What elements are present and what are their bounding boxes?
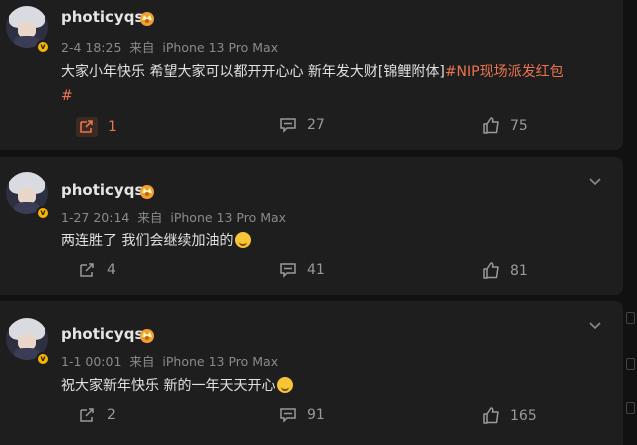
post-date[interactable]: 2-4 18:25 [61,40,121,55]
hashtag-link[interactable]: #NIP现场派发红包 [445,64,564,80]
post-card: v photicyqs 1-27 20:14 来自 iPhone 13 Pro … [0,157,623,295]
like-button[interactable]: 165 [482,407,537,424]
post-content: 大家小年快乐 希望大家可以都开开心心 新年发大财[锦鲤附体]#NIP现场派发红包… [61,60,621,108]
side-panel-edge [625,0,637,445]
post-card: v photicyqs 1-1 00:01 来自 iPhone 13 Pro M… [0,301,623,445]
comment-icon [280,408,296,423]
like-icon [483,117,499,134]
chevron-down-icon[interactable] [587,317,603,333]
source-prefix: 来自 [129,40,155,55]
like-button[interactable]: 81 [482,262,528,279]
comment-count: 27 [307,117,325,133]
action-bar: 1 27 75 [0,117,623,141]
repost-button[interactable]: 4 [79,262,116,278]
crown-icon [140,12,154,26]
chevron-down-icon[interactable] [587,173,603,189]
post-date[interactable]: 1-1 00:01 [61,354,121,369]
username[interactable]: photicyqs [61,8,143,26]
source-prefix: 来自 [137,210,163,225]
post-text: 两连胜了 我们会继续加油的 [61,233,234,249]
action-bar: 2 91 165 [0,407,623,431]
post-text: 大家小年快乐 希望大家可以都开开心心 新年发大财[锦鲤附体] [61,64,445,80]
post-meta: 1-1 00:01 来自 iPhone 13 Pro Max [61,351,282,370]
like-count: 165 [510,407,537,424]
hashtag-link-end[interactable]: # [61,88,73,104]
crown-icon [140,329,154,343]
post-card: v photicyqs 2-4 18:25 来自 iPhone 13 Pro M… [0,0,623,150]
like-button[interactable]: 75 [482,117,528,134]
comment-icon [280,263,296,278]
comment-button[interactable]: 41 [279,262,325,278]
side-toolbar-icon[interactable] [626,312,635,324]
post-text: 祝大家新年快乐 新的一年天天开心 [61,378,276,394]
post-content: 两连胜了 我们会继续加油的 [61,229,621,253]
post-meta: 1-27 20:14 来自 iPhone 13 Pro Max [61,207,290,226]
comment-icon [280,118,296,133]
side-toolbar-icon[interactable] [626,358,635,370]
post-content: 祝大家新年快乐 新的一年天天开心 [61,374,621,398]
username[interactable]: photicyqs [61,181,143,199]
like-icon [483,262,499,279]
post-source: iPhone 13 Pro Max [162,40,279,55]
post-source: iPhone 13 Pro Max [170,210,287,225]
post-source: iPhone 13 Pro Max [162,354,279,369]
like-icon [483,407,499,424]
repost-icon [80,263,94,277]
verified-badge-icon: v [36,352,50,366]
comment-count: 91 [307,407,325,423]
post-meta: 2-4 18:25 来自 iPhone 13 Pro Max [61,37,282,56]
repost-button[interactable]: 2 [79,407,116,423]
repost-icon [80,408,94,422]
verified-badge-icon: v [36,206,50,220]
like-count: 75 [510,117,528,134]
like-count: 81 [510,262,528,279]
repost-count: 2 [107,407,116,423]
repost-button[interactable]: 1 [76,117,117,137]
action-bar: 4 41 81 [0,262,623,286]
username[interactable]: photicyqs [61,325,143,343]
comment-button[interactable]: 27 [279,117,325,133]
crown-icon [140,185,154,199]
laughing-emoji-icon [235,232,252,248]
source-prefix: 来自 [129,354,155,369]
comment-button[interactable]: 91 [279,407,325,423]
side-toolbar-icon[interactable] [626,402,635,414]
repost-icon [76,117,98,137]
comment-count: 41 [307,262,325,278]
repost-count: 4 [107,262,116,278]
repost-count: 1 [108,119,117,135]
smiling-emoji-icon [277,377,294,393]
verified-badge-icon: v [36,40,50,54]
post-date[interactable]: 1-27 20:14 [61,210,129,225]
